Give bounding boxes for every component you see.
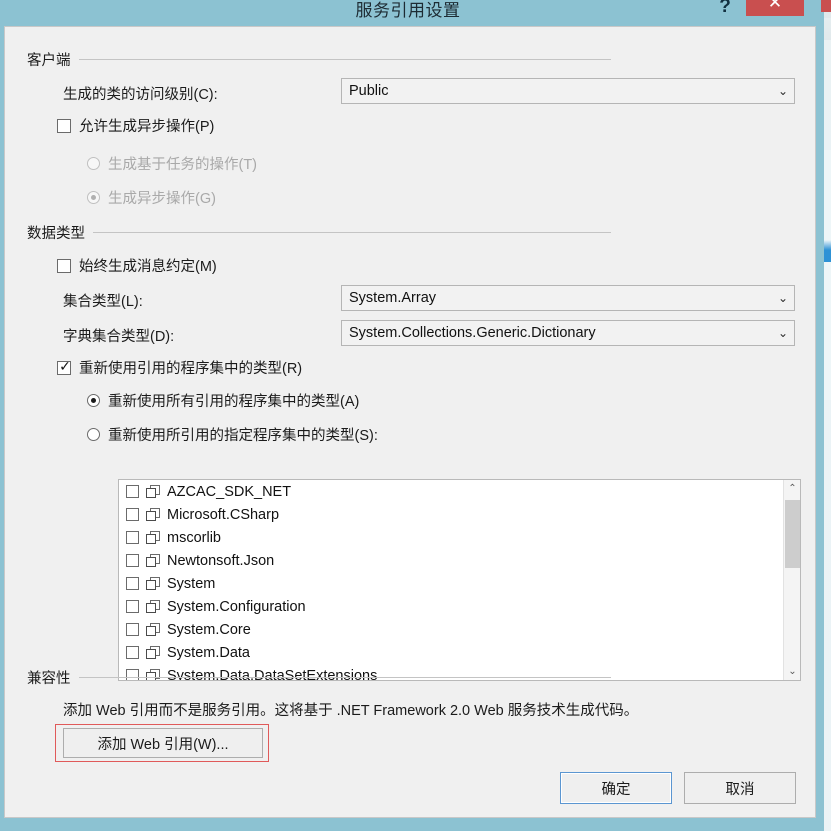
chevron-down-icon: ⌄ (777, 291, 789, 305)
assembly-name: System.Core (167, 621, 251, 638)
background-close-sliver (821, 0, 831, 12)
background-application (817, 0, 831, 831)
reuse-types-label: 重新使用引用的程序集中的类型(R) (79, 361, 303, 377)
add-web-reference-button[interactable]: 添加 Web 引用(W)... (63, 728, 263, 758)
scrollbar-thumb[interactable] (785, 500, 800, 568)
group-divider-client (78, 59, 611, 60)
assembly-checkbox[interactable] (126, 485, 139, 498)
task-based-radio[interactable]: 生成基于任务的操作(T) (87, 153, 257, 174)
always-message-contract-checkbox[interactable]: 始终生成消息约定(M) (57, 255, 217, 276)
group-divider-compat (78, 677, 611, 678)
assembly-name: System (167, 575, 216, 592)
list-item[interactable]: Newtonsoft.Json (119, 549, 782, 572)
reuse-all-label: 重新使用所有引用的程序集中的类型(A) (108, 394, 360, 410)
assemblies-listbox[interactable]: AZCAC_SDK_NET Microsoft.CSharp mscorlib New… (118, 479, 801, 681)
cancel-button[interactable]: 取消 (684, 772, 796, 804)
reuse-specified-radio[interactable]: 重新使用所引用的指定程序集中的类型(S): (87, 424, 378, 445)
assembly-checkbox[interactable] (126, 508, 139, 521)
assembly-name: System.Data (167, 644, 250, 661)
list-item[interactable]: System.Configuration (119, 595, 782, 618)
async-label: 生成异步操作(G) (108, 191, 216, 207)
radio-circle (87, 428, 100, 441)
reuse-types-checkbox[interactable]: 重新使用引用的程序集中的类型(R) (57, 357, 302, 378)
checkbox-box (57, 118, 71, 133)
assemblies-list: AZCAC_SDK_NET Microsoft.CSharp mscorlib New… (119, 480, 782, 680)
list-item[interactable]: System.Data (119, 641, 782, 664)
list-item[interactable]: Microsoft.CSharp (119, 503, 782, 526)
group-header-compat: 兼容性 (27, 667, 611, 688)
access-level-value: Public (349, 83, 389, 99)
assembly-checkbox[interactable] (126, 623, 139, 636)
collection-type-combobox[interactable]: System.Array ⌄ (341, 285, 795, 311)
group-header-client: 客户端 (27, 49, 611, 70)
assembly-checkbox[interactable] (126, 646, 139, 659)
chevron-down-icon: ⌄ (777, 84, 789, 98)
access-level-label: 生成的类的访问级别(C): (63, 87, 218, 103)
dictionary-type-value: System.Collections.Generic.Dictionary (349, 325, 596, 341)
assembly-icon (146, 530, 161, 545)
list-item[interactable]: System.Core (119, 618, 782, 641)
assembly-icon (146, 645, 161, 660)
list-item[interactable]: AZCAC_SDK_NET (119, 480, 782, 503)
radio-circle (87, 157, 100, 170)
assembly-name: Microsoft.CSharp (167, 506, 280, 523)
assembly-checkbox[interactable] (126, 600, 139, 613)
dictionary-type-label: 字典集合类型(D): (63, 329, 175, 345)
assembly-icon (146, 507, 161, 522)
list-item[interactable]: mscorlib (119, 526, 782, 549)
assembly-checkbox[interactable] (126, 531, 139, 544)
reuse-all-radio[interactable]: 重新使用所有引用的程序集中的类型(A) (87, 390, 359, 411)
ok-button[interactable]: 确定 (560, 772, 672, 804)
assembly-icon (146, 599, 161, 614)
assembly-checkbox[interactable] (126, 554, 139, 567)
allow-async-label: 允许生成异步操作(P) (79, 119, 215, 135)
assembly-name: Newtonsoft.Json (167, 552, 275, 569)
assembly-icon (146, 622, 161, 637)
group-divider-datatype (93, 232, 611, 233)
access-level-combobox[interactable]: Public ⌄ (341, 78, 795, 104)
title-bar: 服务引用设置 ? ✕ (0, 0, 816, 26)
checkbox-box (57, 258, 71, 273)
screen: 服务引用设置 ? ✕ 客户端 生成的类的访问级别(C): Public ⌄ 允许… (0, 0, 831, 831)
always-message-contract-label: 始终生成消息约定(M) (79, 259, 217, 275)
assembly-name: AZCAC_SDK_NET (167, 483, 292, 500)
group-header-datatype-label: 数据类型 (27, 226, 85, 242)
background-window-strip (824, 0, 831, 831)
reuse-specified-label: 重新使用所引用的指定程序集中的类型(S): (108, 428, 378, 444)
assembly-name: System.Configuration (167, 598, 306, 615)
scroll-down-icon[interactable]: ⌄ (784, 663, 800, 680)
checkbox-box (57, 357, 72, 375)
async-radio[interactable]: 生成异步操作(G) (87, 187, 216, 208)
allow-async-checkbox[interactable]: 允许生成异步操作(P) (57, 115, 214, 136)
dictionary-type-combobox[interactable]: System.Collections.Generic.Dictionary ⌄ (341, 320, 795, 346)
group-header-compat-label: 兼容性 (27, 671, 71, 687)
radio-circle (87, 394, 100, 407)
assembly-checkbox[interactable] (126, 577, 139, 590)
assembly-icon (146, 484, 161, 499)
compat-description: 添加 Web 引用而不是服务引用。这将基于 .NET Framework 2.0… (63, 703, 639, 719)
window-title: 服务引用设置 (355, 1, 461, 20)
assemblies-scrollbar[interactable]: ⌃ ⌄ (783, 480, 800, 680)
group-header-client-label: 客户端 (27, 53, 71, 69)
radio-circle (87, 191, 100, 204)
help-icon[interactable]: ? (712, 0, 738, 20)
service-reference-settings-dialog: 客户端 生成的类的访问级别(C): Public ⌄ 允许生成异步操作(P) 生… (4, 26, 816, 818)
assembly-name: mscorlib (167, 529, 221, 546)
chevron-down-icon: ⌄ (777, 326, 789, 340)
scroll-up-icon[interactable]: ⌃ (784, 480, 800, 497)
assembly-icon (146, 576, 161, 591)
assembly-icon (146, 553, 161, 568)
group-header-datatype: 数据类型 (27, 222, 611, 243)
close-icon[interactable]: ✕ (746, 0, 804, 16)
collection-type-label: 集合类型(L): (63, 294, 143, 310)
collection-type-value: System.Array (349, 290, 437, 306)
list-item[interactable]: System (119, 572, 782, 595)
task-based-label: 生成基于任务的操作(T) (108, 157, 258, 173)
